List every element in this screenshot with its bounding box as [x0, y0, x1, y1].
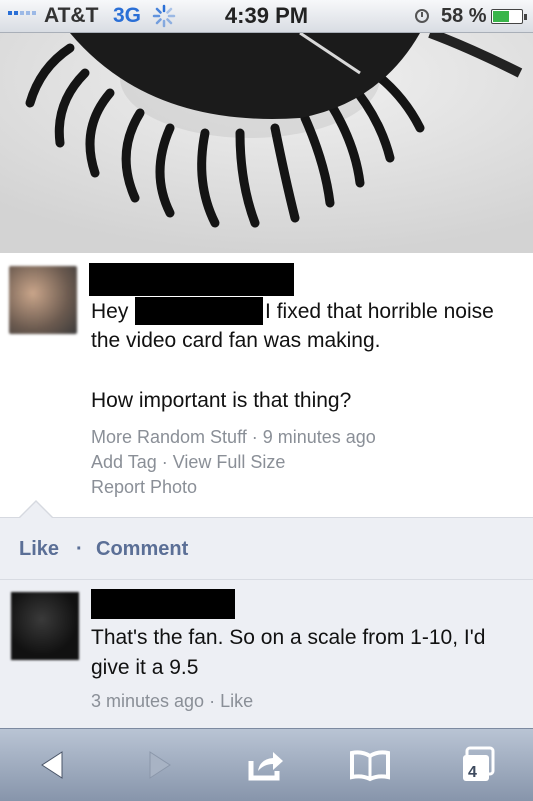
share-icon[interactable] — [241, 740, 291, 790]
post-meta-line1: More Random Stuff · 9 minutes ago — [91, 427, 376, 447]
comment-button[interactable]: Comment — [96, 538, 188, 561]
forward-arrow-icon[interactable] — [134, 740, 184, 790]
commenter-avatar[interactable] — [11, 592, 79, 660]
caption-greeting: Hey — [91, 300, 129, 323]
battery-percent: 58 % — [441, 5, 487, 27]
battery-level — [493, 11, 510, 22]
tabs-icon[interactable]: 4 — [454, 740, 504, 790]
view-full-size-link[interactable]: View Full Size — [173, 452, 286, 472]
add-tag-link[interactable]: Add Tag — [91, 452, 157, 472]
avatar[interactable] — [9, 266, 77, 334]
comment-meta: 3 minutes ago · Like — [91, 691, 254, 711]
status-bar: AT&T 3G 4:39 PM 58 % — [0, 0, 533, 33]
redacted-name — [89, 263, 294, 296]
comment-time: 3 minutes ago — [91, 691, 205, 711]
bookmarks-icon[interactable] — [345, 740, 395, 790]
redacted-name-inline — [135, 297, 263, 325]
post-time: 9 minutes ago — [262, 427, 376, 447]
alarm-clock-icon — [415, 9, 429, 23]
redacted-commenter-name — [91, 589, 235, 619]
post-meta-line2: Add Tag · View Full Size — [91, 452, 286, 472]
back-arrow-icon[interactable] — [28, 740, 78, 790]
album-link[interactable]: More Random Stuff — [91, 427, 247, 447]
like-button[interactable]: Like — [19, 538, 59, 561]
post-question: How important is that thing? — [91, 389, 352, 412]
action-separator: · — [76, 538, 83, 560]
report-photo-link[interactable]: Report Photo — [91, 477, 197, 498]
tabs-count: 4 — [468, 764, 477, 781]
comment-like-link[interactable]: Like — [220, 691, 253, 711]
photo-fan-blades[interactable] — [0, 33, 533, 253]
comment-text: That's the fan. So on a scale from 1-10,… — [91, 626, 486, 679]
battery-icon — [491, 9, 527, 24]
